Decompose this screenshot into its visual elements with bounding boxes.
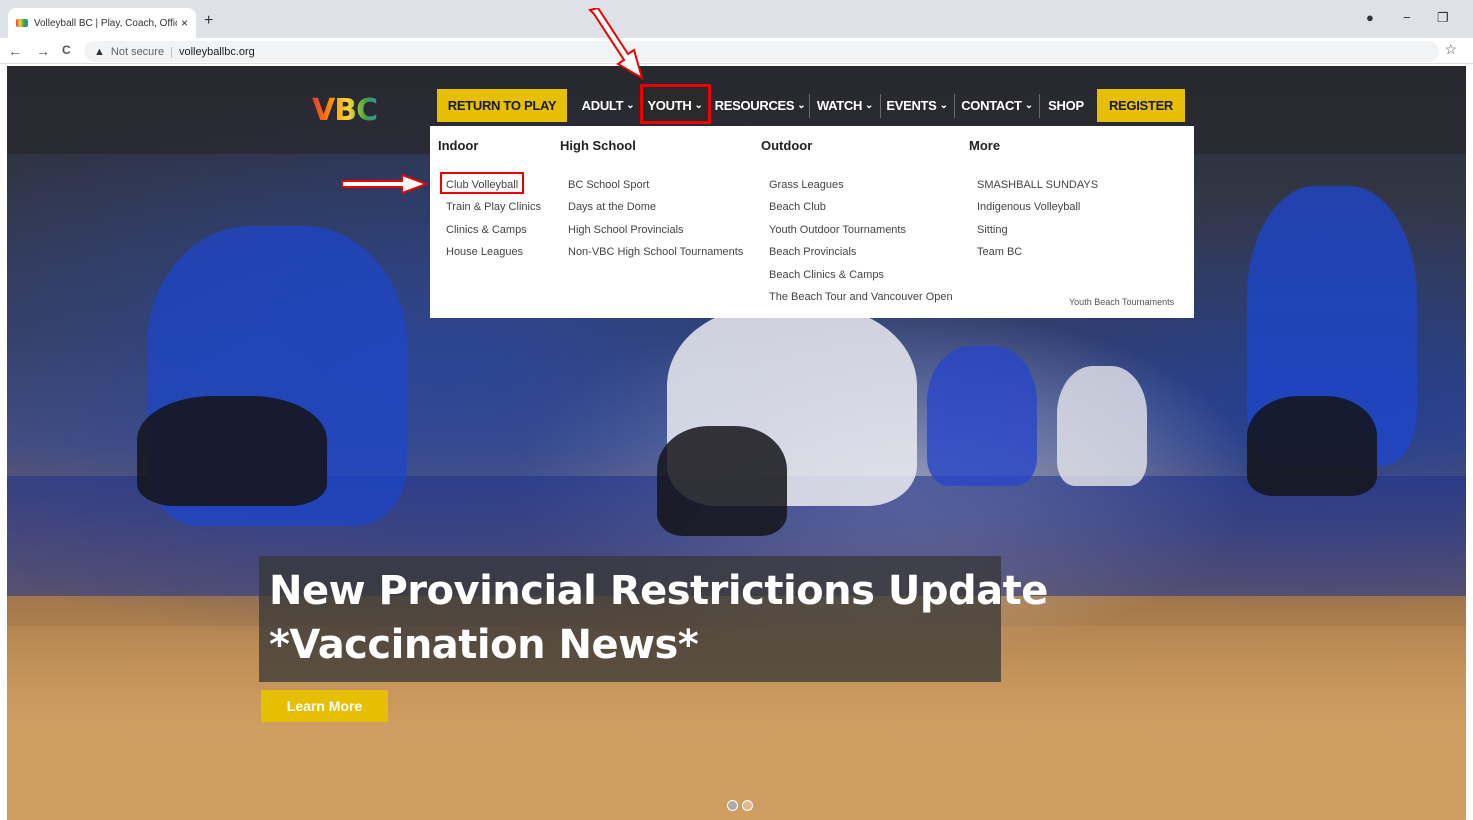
menu-item-days-at-the-dome[interactable]: Days at the Dome [568,201,656,213]
new-tab-button[interactable]: + [204,12,213,30]
reload-button[interactable]: C [62,43,71,57]
youth-highlight-box [640,84,711,124]
nav-adult[interactable]: ADULT ⌄ [580,89,636,122]
annotation-arrow-down-icon [588,8,644,80]
nav-events-label: EVENTS [886,98,937,113]
browser-tab-bar: Volleyball BC | Play, Coach, Offici × + … [0,0,1473,38]
nav-divider [880,94,881,118]
tab-close-icon[interactable]: × [181,16,188,30]
hero-section: VBC RETURN TO PLAY ADULT ⌄ YOUTH ⌄ RESOURC… [7,66,1466,820]
hero-headline-box: New Provincial Restrictions Update *Vacc… [259,556,1048,682]
chevron-down-icon: ⌄ [797,100,806,111]
chevron-down-icon: ⌄ [1024,100,1033,111]
nav-contact-label: CONTACT [961,98,1022,113]
carousel-dot[interactable] [727,800,738,811]
menu-item-indigenous-volleyball[interactable]: Indigenous Volleyball [977,201,1080,213]
dropdown-heading-more: More [969,138,1001,153]
nav-resources[interactable]: RESOURCES ⌄ [714,89,806,122]
nav-divider [954,94,955,118]
url-text[interactable]: volleyballbc.org [179,46,255,58]
learn-more-button[interactable]: Learn More [261,690,388,722]
dropdown-heading-outdoor: Outdoor [761,138,813,153]
nav-return-to-play[interactable]: RETURN TO PLAY [437,89,567,122]
profile-icon[interactable]: ● [1366,10,1374,25]
player-figure [927,346,1037,486]
not-secure-label[interactable]: Not secure [111,46,164,58]
favicon-icon [16,19,28,27]
menu-item-grass-leagues[interactable]: Grass Leagues [769,179,844,191]
nav-register[interactable]: REGISTER [1097,89,1185,122]
browser-tab[interactable]: Volleyball BC | Play, Coach, Offici × [8,8,196,38]
menu-item-house-leagues[interactable]: House Leagues [446,246,523,258]
chevron-down-icon: ⌄ [626,100,635,111]
nav-resources-label: RESOURCES [714,98,795,113]
tab-title: Volleyball BC | Play, Coach, Offici [33,17,177,29]
restore-button[interactable]: ❐ [1437,10,1449,26]
site-logo[interactable]: VBC [312,94,402,128]
club-volleyball-highlight-box [440,172,524,194]
url-omnibox[interactable]: ▲ Not secure | volleyballbc.org [84,41,1439,62]
menu-item-clinics-camps[interactable]: Clinics & Camps [446,224,527,236]
menu-item-sitting[interactable]: Sitting [977,224,1008,236]
menu-item-youth-beach-tournaments[interactable]: Youth Beach Tournaments [1069,297,1174,307]
player-figure [137,396,327,506]
back-button[interactable]: ← [8,43,22,59]
menu-item-beach-club[interactable]: Beach Club [769,201,826,213]
menu-item-smashball-sundays[interactable]: SMASHBALL SUNDAYS [977,179,1098,191]
menu-item-train-play-clinics[interactable]: Train & Play Clinics [446,201,541,213]
carousel-dot[interactable] [742,800,753,811]
menu-item-beach-tour[interactable]: The Beach Tour and Vancouver Open [769,291,953,303]
nav-divider [1039,94,1040,118]
hero-headline-line1: New Provincial Restrictions Update [269,568,1048,614]
nav-shop[interactable]: SHOP [1043,89,1089,122]
nav-divider [809,94,810,118]
bookmark-star-icon[interactable]: ☆ [1444,41,1457,58]
menu-item-non-vbc-tournaments[interactable]: Non-VBC High School Tournaments [568,246,743,258]
menu-item-bc-school-sport[interactable]: BC School Sport [568,179,649,191]
dropdown-heading-high-school: High School [560,138,636,153]
carousel-dots [727,800,753,811]
url-separator: | [170,45,173,58]
player-figure [1247,396,1377,496]
nav-watch[interactable]: WATCH ⌄ [813,89,877,122]
youth-dropdown-menu: Indoor Club Volleyball Train & Play Clin… [430,126,1194,318]
menu-item-youth-outdoor-tournaments[interactable]: Youth Outdoor Tournaments [769,224,906,236]
menu-item-beach-provincials[interactable]: Beach Provincials [769,246,856,258]
minimize-button[interactable]: − [1403,10,1411,25]
warning-icon[interactable]: ▲ [94,46,105,58]
menu-item-beach-clinics-camps[interactable]: Beach Clinics & Camps [769,269,884,281]
dropdown-heading-indoor: Indoor [438,138,479,153]
nav-events[interactable]: EVENTS ⌄ [884,89,950,122]
chevron-down-icon: ⌄ [865,100,874,111]
browser-address-bar: ← → C ▲ Not secure | volleyballbc.org ☆ [0,38,1473,64]
annotation-arrow-right-icon [341,174,429,194]
menu-item-high-school-provincials[interactable]: High School Provincials [568,224,684,236]
chevron-down-icon: ⌄ [939,100,948,111]
forward-button[interactable]: → [36,43,50,59]
nav-adult-label: ADULT [581,98,624,113]
nav-contact[interactable]: CONTACT ⌄ [958,89,1036,122]
hero-headline-line2: *Vaccination News* [269,622,699,668]
menu-item-team-bc[interactable]: Team BC [977,246,1022,258]
nav-watch-label: WATCH [816,98,863,113]
player-figure [657,426,787,536]
player-figure [1057,366,1147,486]
